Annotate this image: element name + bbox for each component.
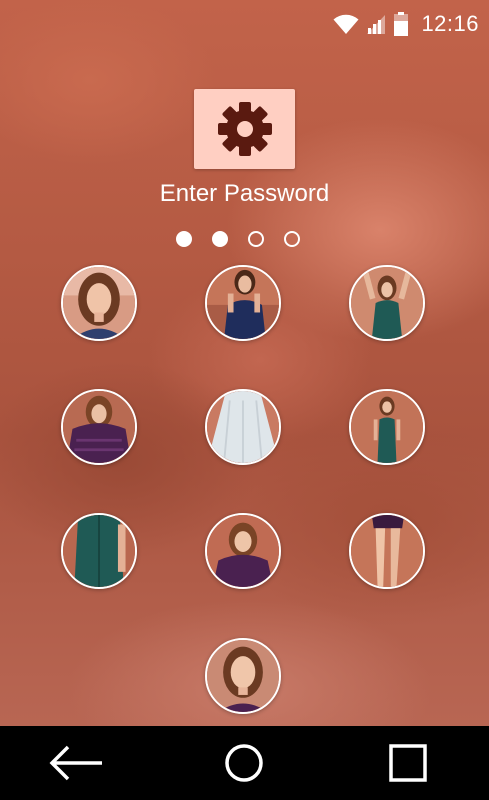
settings-button[interactable] (194, 89, 295, 169)
purple-lace-top-image (63, 391, 135, 463)
teal-dress-arms-up-image (351, 267, 423, 339)
key-photo-3[interactable] (349, 265, 425, 341)
wifi-icon (333, 14, 359, 34)
pin-indicator (176, 231, 300, 251)
key-photo-0[interactable] (205, 638, 281, 714)
key-photo-5[interactable] (205, 389, 281, 465)
recents-icon (389, 744, 427, 782)
key-photo-2[interactable] (205, 265, 281, 341)
teal-dress-closeup-image (63, 515, 135, 587)
pin-dot-1 (176, 231, 192, 247)
key-photo-6[interactable] (349, 389, 425, 465)
battery-icon (394, 12, 409, 36)
recents-button[interactable] (372, 726, 444, 800)
navigation-bar (0, 726, 489, 800)
key-photo-8[interactable] (205, 513, 281, 589)
key-photo-1[interactable] (61, 265, 137, 341)
pin-dot-4 (284, 231, 300, 247)
home-button[interactable] (208, 726, 280, 800)
navy-top-image (207, 267, 279, 339)
status-bar: 12:16 (0, 0, 489, 48)
pin-dot-2 (212, 231, 228, 247)
gear-icon (217, 102, 272, 156)
portrait-face-image (63, 267, 135, 339)
enter-password-title: Enter Password (159, 180, 330, 207)
teal-dress-standing-image (351, 391, 423, 463)
key-photo-9[interactable] (349, 513, 425, 589)
key-photo-4[interactable] (61, 389, 137, 465)
status-time: 12:16 (421, 11, 479, 36)
back-icon (49, 745, 102, 781)
key-photo-7[interactable] (61, 513, 137, 589)
signal-icon (367, 15, 386, 34)
pin-dot-3 (248, 231, 264, 247)
portrait-close-image (207, 640, 279, 712)
legs-image (351, 515, 423, 587)
purple-top-smiling-image (207, 515, 279, 587)
home-icon (225, 744, 263, 782)
back-button[interactable] (40, 726, 112, 800)
white-skirt-image (207, 391, 279, 463)
